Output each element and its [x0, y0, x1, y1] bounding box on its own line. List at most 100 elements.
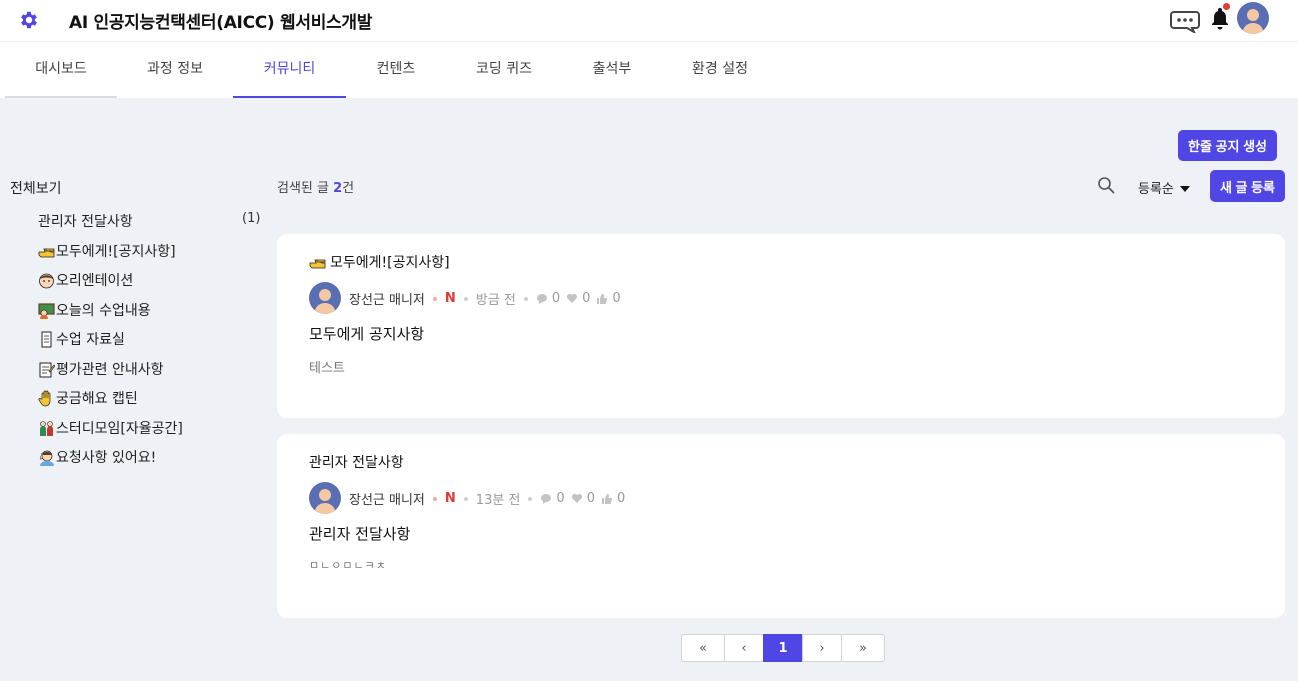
pointing-hand-icon: [38, 243, 55, 260]
post-body: 테스트: [309, 361, 345, 376]
separator-dot: [432, 296, 437, 301]
sidebar-all[interactable]: 전체보기: [10, 178, 62, 198]
author-avatar: [309, 482, 341, 514]
post-board-name: 관리자 전달사항: [309, 452, 404, 472]
thumbs-up-icon: [601, 493, 612, 504]
sidebar-item-label: 수업 자료실: [56, 332, 125, 348]
like-count: 0: [566, 291, 590, 306]
people-icon: [38, 420, 55, 437]
separator-dot: [463, 496, 468, 501]
post-time: 13분 전: [475, 493, 521, 508]
sort-label: 등록순: [1138, 182, 1174, 197]
tab-contents[interactable]: 컨텐츠: [348, 42, 444, 98]
separator-dot: [528, 496, 533, 501]
comment-count: 0: [536, 291, 560, 306]
tab-coding-quiz[interactable]: 코딩 퀴즈: [455, 42, 553, 98]
post-board-name: 모두에게![공지사항]: [309, 252, 450, 272]
tab-course-info[interactable]: 과정 정보: [119, 42, 231, 98]
comment-icon: [536, 294, 547, 304]
thumbs-up-count: 0: [601, 491, 625, 506]
sidebar-item-today-class[interactable]: 오늘의 수업내용: [38, 300, 151, 320]
author-name: 장선근 매니저: [349, 293, 425, 308]
comment-value: 0: [551, 291, 561, 306]
pointing-hand-icon: [309, 259, 326, 268]
post-meta: 장선근 매니저 N 방금 전 0 0 0: [349, 289, 627, 308]
page-button-current[interactable]: 1: [763, 634, 803, 662]
main-tabs: 대시보드 과정 정보 커뮤니티 컨텐츠 코딩 퀴즈 출석부 환경 설정: [0, 42, 1298, 98]
author-name: 장선근 매니저: [349, 493, 425, 508]
post-card[interactable]: 모두에게![공지사항] 장선근 매니저 N 방금 전 0 0 0 모두에게 공지…: [277, 234, 1285, 418]
memo-icon: [38, 361, 55, 378]
sidebar-item-label: 관리자 전달사항: [38, 214, 133, 230]
sidebar-item-questions[interactable]: 궁금해요 캡틴: [38, 388, 138, 408]
search-result-count: 검색된 글 2건: [277, 177, 354, 196]
student-face-icon: [38, 272, 55, 289]
sidebar-item-study-group[interactable]: 스터디모임[자율공간]: [38, 418, 183, 438]
board-label: 관리자 전달사항: [309, 455, 404, 471]
comment-value: 0: [556, 491, 565, 506]
course-title: AI 인공지능컨택센터(AICC) 웹서비스개발: [69, 13, 373, 33]
tab-dashboard[interactable]: 대시보드: [5, 42, 117, 98]
post-time: 방금 전: [475, 293, 516, 308]
sidebar-item-label: 궁금해요 캡틴: [56, 391, 138, 407]
teacher-board-icon: [38, 302, 55, 319]
separator-dot: [523, 296, 528, 301]
post-body: ㅁㄴㅇㅁㄴㅋㅊ: [309, 559, 387, 572]
new-badge: N: [444, 291, 456, 306]
tab-attendance[interactable]: 출석부: [566, 42, 658, 98]
author-avatar: [309, 282, 341, 314]
post-meta: 장선근 매니저 N 13분 전 0 0 0: [349, 489, 631, 508]
new-badge: N: [444, 491, 456, 506]
create-one-line-notice-button[interactable]: 한줄 공지 생성: [1178, 130, 1277, 161]
user-avatar[interactable]: [1237, 2, 1269, 34]
app-header: AI 인공지능컨택센터(AICC) 웹서비스개발: [0, 0, 1298, 42]
thumbs-value: 0: [616, 491, 626, 506]
first-page-button[interactable]: «: [681, 634, 725, 662]
sidebar-item-label: 요청사항 있어요!: [56, 450, 157, 466]
sidebar-item-count: (1): [242, 211, 261, 226]
next-page-button[interactable]: ›: [802, 634, 842, 662]
like-count: 0: [571, 491, 595, 506]
like-value: 0: [586, 491, 595, 506]
sidebar-item-requests[interactable]: 요청사항 있어요!: [38, 447, 156, 467]
heart-icon: [566, 293, 578, 303]
notification-dot: [1223, 3, 1230, 10]
last-page-button[interactable]: »: [841, 634, 885, 662]
gear-icon[interactable]: [18, 9, 40, 31]
board-label: 모두에게![공지사항]: [330, 255, 450, 271]
prev-page-button[interactable]: ‹: [724, 634, 764, 662]
caret-down-icon: [1180, 186, 1191, 192]
result-prefix: 검색된 글: [277, 181, 334, 196]
comment-icon: [541, 494, 552, 504]
thumbs-value: 0: [612, 291, 621, 306]
sidebar-item-admin-notice[interactable]: 관리자 전달사항: [38, 211, 133, 231]
sidebar-item-label: 스터디모임[자율공간]: [56, 421, 183, 437]
search-icon[interactable]: [1097, 176, 1115, 194]
post-title[interactable]: 모두에게 공지사항: [309, 323, 424, 344]
separator-dot: [432, 496, 437, 501]
sidebar-item-orientation[interactable]: 오리엔테이션: [38, 270, 133, 290]
comment-count: 0: [540, 491, 565, 506]
tab-community[interactable]: 커뮤니티: [233, 42, 346, 98]
tab-settings[interactable]: 환경 설정: [670, 42, 770, 98]
sidebar-item-label: 모두에게![공지사항]: [56, 244, 176, 260]
sidebar-item-label: 오늘의 수업내용: [56, 303, 151, 319]
thumbs-up-count: 0: [596, 291, 621, 306]
sidebar-item-notice[interactable]: 모두에게![공지사항]: [38, 241, 176, 261]
sidebar-item-label: 평가관련 안내사항: [56, 362, 164, 378]
post-title[interactable]: 관리자 전달사항: [309, 523, 410, 544]
heart-icon: [571, 493, 582, 503]
result-suffix: 건: [342, 181, 355, 196]
new-post-button[interactable]: 새 글 등록: [1210, 170, 1285, 202]
pagination: « ‹ 1 › »: [681, 634, 885, 662]
sidebar-item-label: 오리엔테이션: [56, 273, 134, 289]
raised-hand-icon: [38, 390, 55, 407]
chat-bubble-icon[interactable]: [1170, 9, 1200, 33]
sidebar-item-materials[interactable]: 수업 자료실: [38, 329, 125, 349]
post-card[interactable]: 관리자 전달사항 장선근 매니저 N 13분 전 0 0 0 관리자 전달사항 …: [277, 434, 1285, 618]
scroll-icon: [38, 331, 55, 348]
asking-person-icon: [38, 449, 55, 466]
sort-dropdown[interactable]: 등록순: [1138, 178, 1191, 197]
sidebar-item-evaluation[interactable]: 평가관련 안내사항: [38, 359, 164, 379]
like-value: 0: [582, 291, 591, 306]
